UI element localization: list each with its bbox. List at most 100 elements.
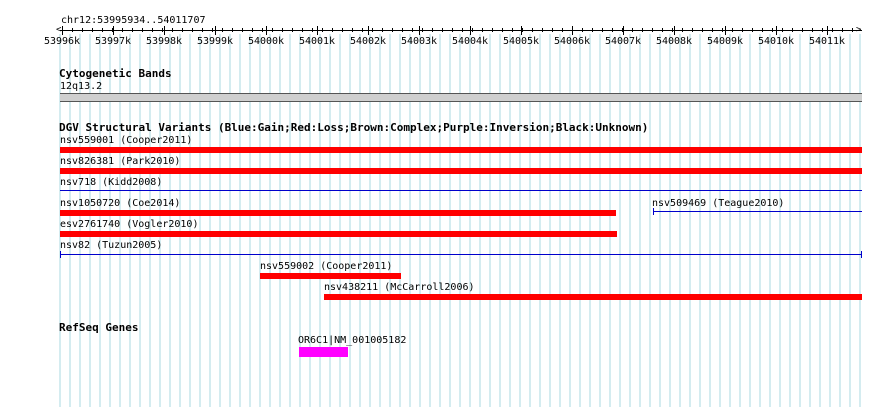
dgv-feature-label: nsv82 (Tuzun2005) xyxy=(60,240,163,251)
ruler-major-tick xyxy=(215,26,216,35)
ruler-minor-tick xyxy=(72,28,73,32)
ruler-minor-tick xyxy=(332,28,333,32)
ruler-major-tick xyxy=(266,26,267,35)
ruler-minor-tick xyxy=(852,28,853,32)
ruler-minor-tick xyxy=(592,28,593,32)
ruler-minor-tick xyxy=(532,28,533,32)
dgv-feature-bar[interactable] xyxy=(60,231,617,237)
ruler-minor-tick xyxy=(782,28,783,32)
dgv-feature-label: nsv559001 (Cooper2011) xyxy=(60,135,193,146)
ruler-minor-tick xyxy=(502,28,503,32)
dgv-feature-label: nsv1050720 (Coe2014) xyxy=(60,198,181,209)
ruler-minor-tick xyxy=(732,28,733,32)
ruler-minor-tick xyxy=(452,28,453,32)
ruler-tick-label: 54006k xyxy=(553,36,591,47)
ruler-minor-tick xyxy=(212,28,213,32)
ruler-minor-tick xyxy=(372,28,373,32)
ruler-minor-tick xyxy=(102,28,103,32)
ruler-tick-label: 53998k xyxy=(145,36,183,47)
ruler-right-arrow: > xyxy=(856,25,862,35)
ruler-left-arrow: < xyxy=(56,25,62,35)
ruler-tick-label: 54010k xyxy=(757,36,795,47)
genome-browser-view: chr12:53995934..54011707 < > 53996k 53997… xyxy=(0,0,890,407)
ruler-tick-label: 54002k xyxy=(349,36,387,47)
cytogenetic-track-title: Cytogenetic Bands xyxy=(59,67,172,80)
ruler-tick-label: 53999k xyxy=(196,36,234,47)
ruler-minor-tick xyxy=(622,28,623,32)
dgv-feature-endcap xyxy=(653,208,654,215)
ruler-minor-tick xyxy=(272,28,273,32)
ruler-minor-tick xyxy=(172,28,173,32)
ruler-minor-tick xyxy=(512,28,513,32)
ruler-tick-label: 54004k xyxy=(451,36,489,47)
dgv-feature-bar[interactable] xyxy=(260,273,401,279)
ruler-tick-label: 53996k xyxy=(43,36,81,47)
dgv-feature-bar[interactable] xyxy=(324,294,862,300)
ruler-major-tick xyxy=(368,26,369,35)
ruler-minor-tick xyxy=(422,28,423,32)
ruler-minor-tick xyxy=(792,28,793,32)
ruler-major-tick xyxy=(827,26,828,35)
ruler-minor-tick xyxy=(202,28,203,32)
dgv-feature-bar[interactable] xyxy=(60,147,862,153)
ruler-tick-label: 54005k xyxy=(502,36,540,47)
ruler-minor-tick xyxy=(412,28,413,32)
gene-feature-bar[interactable] xyxy=(299,347,348,357)
dgv-feature-bar[interactable] xyxy=(653,211,862,212)
ruler-minor-tick xyxy=(242,28,243,32)
ruler-minor-tick xyxy=(302,28,303,32)
ruler-minor-tick xyxy=(182,28,183,32)
ruler-minor-tick xyxy=(322,28,323,32)
ruler-tick-label: 54008k xyxy=(655,36,693,47)
ruler-minor-tick xyxy=(662,28,663,32)
ruler-major-tick xyxy=(164,26,165,35)
dgv-feature-label: nsv438211 (McCarroll2006) xyxy=(324,282,475,293)
ruler-minor-tick xyxy=(832,28,833,32)
ruler-minor-tick xyxy=(802,28,803,32)
dgv-feature-bar[interactable] xyxy=(60,210,616,216)
ruler-minor-tick xyxy=(672,28,673,32)
ruler-minor-tick xyxy=(122,28,123,32)
ruler-tick-label: 53997k xyxy=(94,36,132,47)
dgv-feature-label: esv2761740 (Vogler2010) xyxy=(60,219,199,230)
ruler-minor-tick xyxy=(712,28,713,32)
ruler-minor-tick xyxy=(522,28,523,32)
ruler-minor-tick xyxy=(402,28,403,32)
ruler-minor-tick xyxy=(132,28,133,32)
ruler-tick-label: 54009k xyxy=(706,36,744,47)
ruler-minor-tick xyxy=(812,28,813,32)
ruler-minor-tick xyxy=(582,28,583,32)
ruler-minor-tick xyxy=(152,28,153,32)
dgv-feature-endcap xyxy=(861,251,862,258)
dgv-feature-label: nsv559002 (Cooper2011) xyxy=(260,261,393,272)
dgv-feature-bar[interactable] xyxy=(60,254,862,255)
ruler-minor-tick xyxy=(762,28,763,32)
ruler-major-tick xyxy=(725,26,726,35)
dgv-feature-label: nsv509469 (Teague2010) xyxy=(652,198,785,209)
ruler-minor-tick xyxy=(682,28,683,32)
ruler-minor-tick xyxy=(462,28,463,32)
ruler-minor-tick xyxy=(632,28,633,32)
ruler-minor-tick xyxy=(232,28,233,32)
ruler-tick-label: 54011k xyxy=(808,36,846,47)
ruler-major-tick xyxy=(113,26,114,35)
gene-label: OR6C1|NM_001005182 xyxy=(298,335,407,346)
dgv-feature-bar[interactable] xyxy=(60,190,862,191)
ruler-major-tick xyxy=(470,26,471,35)
dgv-feature-bar[interactable] xyxy=(60,168,862,174)
ruler-minor-tick xyxy=(742,28,743,32)
ruler-minor-tick xyxy=(142,28,143,32)
ruler-minor-tick xyxy=(702,28,703,32)
ruler-major-tick xyxy=(419,26,420,35)
ruler-minor-tick xyxy=(482,28,483,32)
ruler-minor-tick xyxy=(82,28,83,32)
ruler-tick-label: 54000k xyxy=(247,36,285,47)
ruler-minor-tick xyxy=(612,28,613,32)
ruler-minor-tick xyxy=(222,28,223,32)
cytoband-bar[interactable] xyxy=(60,93,862,102)
ruler-tick-label: 54003k xyxy=(400,36,438,47)
ruler-minor-tick xyxy=(542,28,543,32)
ruler-minor-tick xyxy=(552,28,553,32)
ruler-minor-tick xyxy=(642,28,643,32)
ruler-minor-tick xyxy=(62,28,63,32)
